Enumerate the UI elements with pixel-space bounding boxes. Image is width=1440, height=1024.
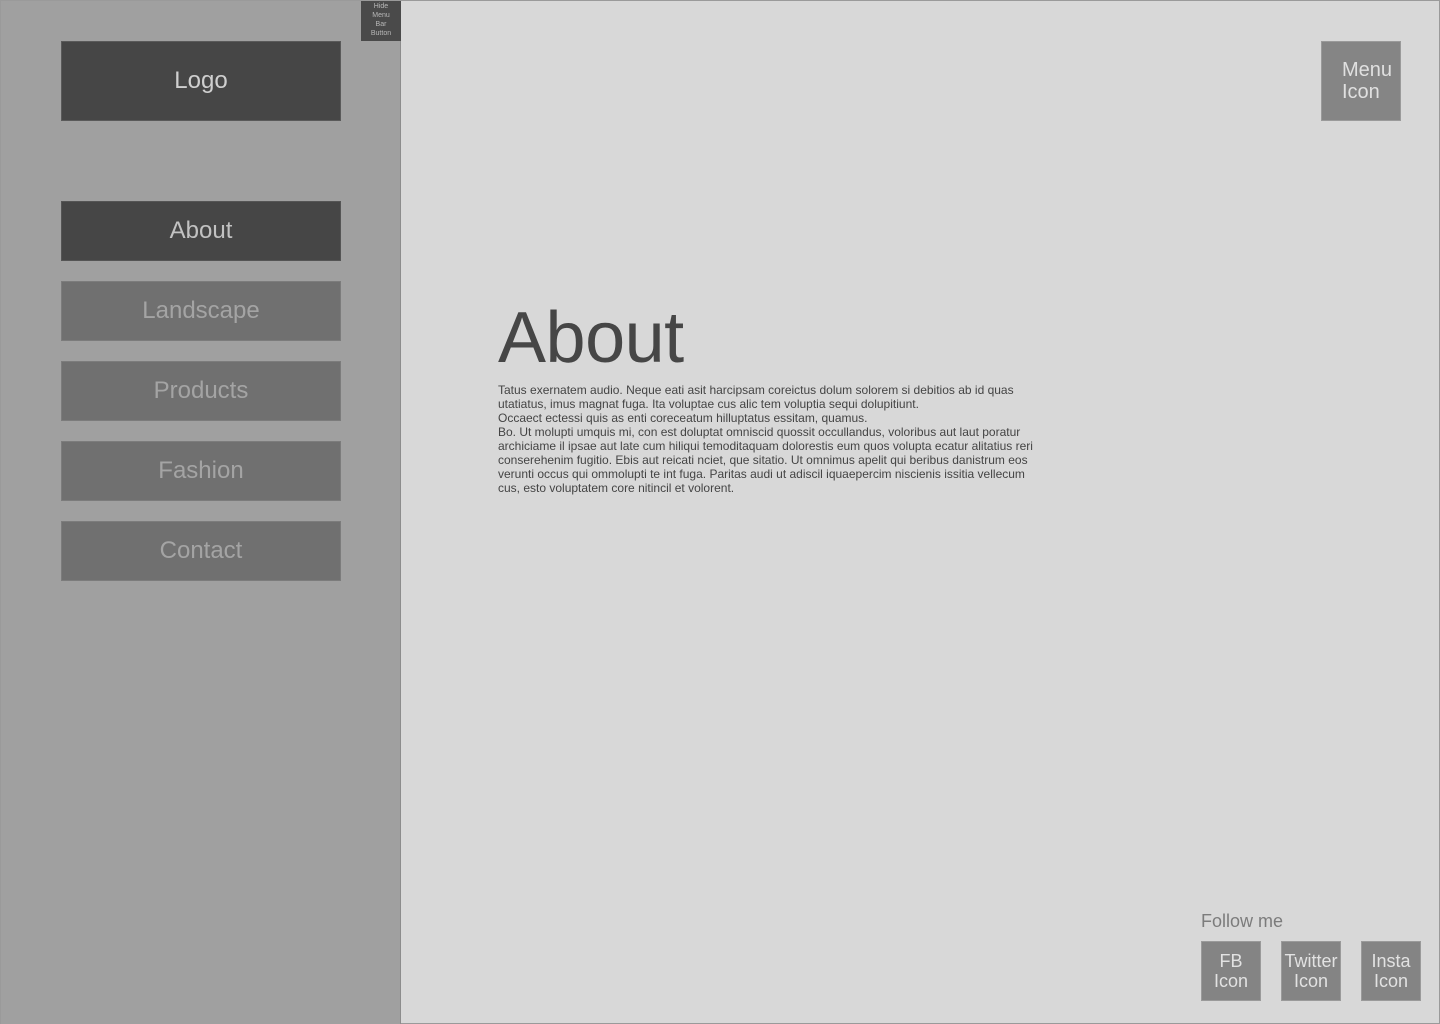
body-paragraph: Occaect ectessi quis as enti coreceatum … (498, 411, 868, 425)
social-label-line: Insta (1371, 951, 1411, 971)
social-label-line: Twitter (1284, 951, 1338, 971)
menu-icon-label: Menu Icon (1342, 59, 1392, 103)
menu-icon-line: Menu (1342, 59, 1393, 81)
body-text: Tatus exernatem audio. Neque eati asit h… (498, 383, 1038, 495)
page-title: About (498, 298, 684, 378)
nav-item-fashion[interactable]: Fashion (61, 441, 341, 501)
menu-icon[interactable]: Menu Icon (1321, 41, 1401, 121)
sidebar: Logo About Landscape Products Fashion Co… (1, 1, 401, 1024)
social-label-line: Icon (1293, 971, 1328, 991)
facebook-icon[interactable]: FB Icon (1201, 941, 1261, 1001)
follow-me-label: Follow me (1201, 911, 1284, 931)
hide-button-line: Button (370, 30, 392, 37)
nav-item-about[interactable]: About (61, 201, 341, 261)
social-label: Twitter Icon (1284, 951, 1337, 991)
nav-item-landscape[interactable]: Landscape (61, 281, 341, 341)
nav-item-contact[interactable]: Contact (61, 521, 341, 581)
social-label: FB Icon (1214, 951, 1248, 991)
hide-menu-bar-button[interactable]: Hide Menu Bar Button (361, 1, 401, 41)
nav-item-products[interactable]: Products (61, 361, 341, 421)
twitter-icon[interactable]: Twitter Icon (1281, 941, 1341, 1001)
menu-icon-line: Icon (1342, 81, 1380, 103)
hide-button-line: Hide (373, 3, 389, 10)
app-frame: Logo About Landscape Products Fashion Co… (0, 0, 1440, 1024)
hide-button-line: Menu (372, 12, 390, 19)
logo[interactable]: Logo (61, 41, 341, 121)
body-paragraph: Tatus exernatem audio. Neque eati asit h… (498, 383, 1014, 411)
body-paragraph: Bo. Ut molupti umquis mi, con est dolupt… (498, 425, 1033, 495)
social-label-line: Icon (1213, 971, 1249, 991)
social-label-line: FB (1219, 951, 1243, 971)
instagram-icon[interactable]: Insta Icon (1361, 941, 1421, 1001)
hide-button-line: Bar (375, 21, 387, 28)
social-label: Insta Icon (1371, 951, 1410, 991)
social-label-line: Icon (1373, 971, 1409, 991)
